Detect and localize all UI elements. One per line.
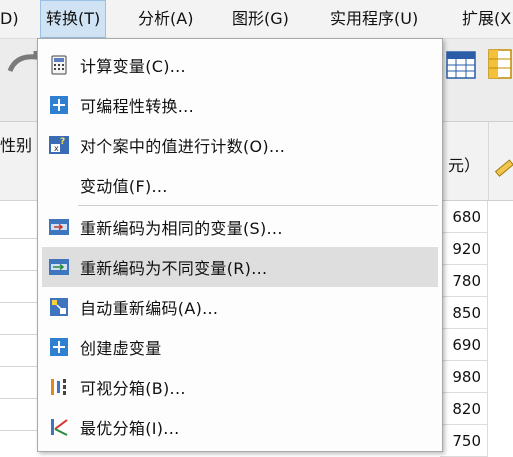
menu-bar: D) 转换(T) 分析(A) 图形(G) 实用程序(U) 扩展(X xyxy=(0,0,513,39)
row-divider xyxy=(0,334,40,335)
column-header-gender[interactable]: 性别 xyxy=(0,122,41,201)
data-cell[interactable]: 920 xyxy=(440,233,488,265)
recode-same-icon xyxy=(48,216,70,238)
menu-item-recode-different-variables[interactable]: 重新编码为不同变量(R)... xyxy=(42,247,438,287)
ruler-icon xyxy=(494,159,513,177)
menu-item-label: 对个案中的值进行计数(O)... xyxy=(80,137,286,156)
auto-recode-icon xyxy=(48,296,70,318)
data-cell[interactable]: 850 xyxy=(440,297,488,329)
data-cell[interactable]: 690 xyxy=(440,329,488,361)
column-header-income[interactable]: 元） xyxy=(440,122,489,201)
menu-item-optimal-binning[interactable]: 最优分箱(I)... xyxy=(42,407,438,447)
menu-transform[interactable]: 转换(T) xyxy=(40,0,107,38)
recode-different-icon xyxy=(48,256,70,278)
redo-icon[interactable] xyxy=(6,47,40,77)
menu-item-label: 计算变量(C)... xyxy=(80,57,186,76)
column-header-label: 性别 xyxy=(0,136,33,155)
menu-item-automatic-recode[interactable]: 自动重新编码(A)... xyxy=(42,287,438,327)
data-cell[interactable]: 680 xyxy=(440,201,488,233)
visual-binning-icon xyxy=(48,376,70,398)
menu-extensions[interactable]: 扩展(X xyxy=(462,0,511,38)
menu-item-label: 可编程性转换... xyxy=(80,97,194,116)
menu-item-compute-variable[interactable]: 计算变量(C)... xyxy=(42,45,438,85)
svg-text:x: x xyxy=(54,144,59,153)
plus-icon xyxy=(48,94,70,116)
menu-item-shift-values[interactable]: 变动值(F)... xyxy=(42,165,438,205)
menu-graphs[interactable]: 图形(G) xyxy=(232,0,289,38)
menu-item-count-values[interactable]: x ? 对个案中的值进行计数(O)... xyxy=(42,125,438,165)
svg-text:?: ? xyxy=(60,137,65,147)
menu-item-programmability-transform[interactable]: 可编程性转换... xyxy=(42,85,438,125)
menu-item-label: 变动值(F)... xyxy=(80,177,168,196)
optimal-binning-icon xyxy=(48,416,70,438)
menu-item-label: 创建虚变量 xyxy=(80,339,162,358)
data-cell[interactable]: 820 xyxy=(440,393,488,425)
menu-data[interactable]: D) xyxy=(0,0,19,38)
menu-item-visual-binning[interactable]: 可视分箱(B)... xyxy=(42,367,438,407)
menu-item-label: 可视分箱(B)... xyxy=(80,379,186,398)
count-values-icon: x ? xyxy=(48,134,70,156)
column-header-measure xyxy=(489,122,513,201)
menu-item-create-dummy-variables[interactable]: 创建虚变量 xyxy=(42,327,438,367)
column-header-label: 元） xyxy=(448,156,481,175)
menu-item-label: 重新编码为不同变量(R)... xyxy=(80,259,268,278)
transform-menu: 计算变量(C)... 可编程性转换... x ? 对个案中的值进行计数(O)..… xyxy=(37,38,443,452)
data-cell[interactable]: 750 xyxy=(440,425,488,457)
data-cell[interactable]: 780 xyxy=(440,265,488,297)
menu-item-label: 最优分箱(I)... xyxy=(80,419,180,438)
menu-analyze[interactable]: 分析(A) xyxy=(138,0,193,38)
data-cell[interactable]: 980 xyxy=(440,361,488,393)
row-divider xyxy=(0,430,40,431)
menu-item-label: 重新编码为相同的变量(S)... xyxy=(80,219,283,238)
menu-separator xyxy=(78,205,438,206)
split-file-icon[interactable] xyxy=(488,49,513,79)
row-divider xyxy=(0,200,40,201)
menu-utilities[interactable]: 实用程序(U) xyxy=(330,0,418,38)
calculator-icon xyxy=(48,54,70,76)
row-divider xyxy=(0,366,40,367)
row-divider xyxy=(0,270,40,271)
row-divider xyxy=(0,398,40,399)
variables-grid-icon[interactable] xyxy=(446,51,476,79)
row-divider xyxy=(0,238,40,239)
menu-item-recode-same-variables[interactable]: 重新编码为相同的变量(S)... xyxy=(42,207,438,247)
row-divider xyxy=(0,302,40,303)
plus-icon xyxy=(48,336,70,358)
blank-icon xyxy=(48,174,70,196)
menu-item-label: 自动重新编码(A)... xyxy=(80,299,219,318)
